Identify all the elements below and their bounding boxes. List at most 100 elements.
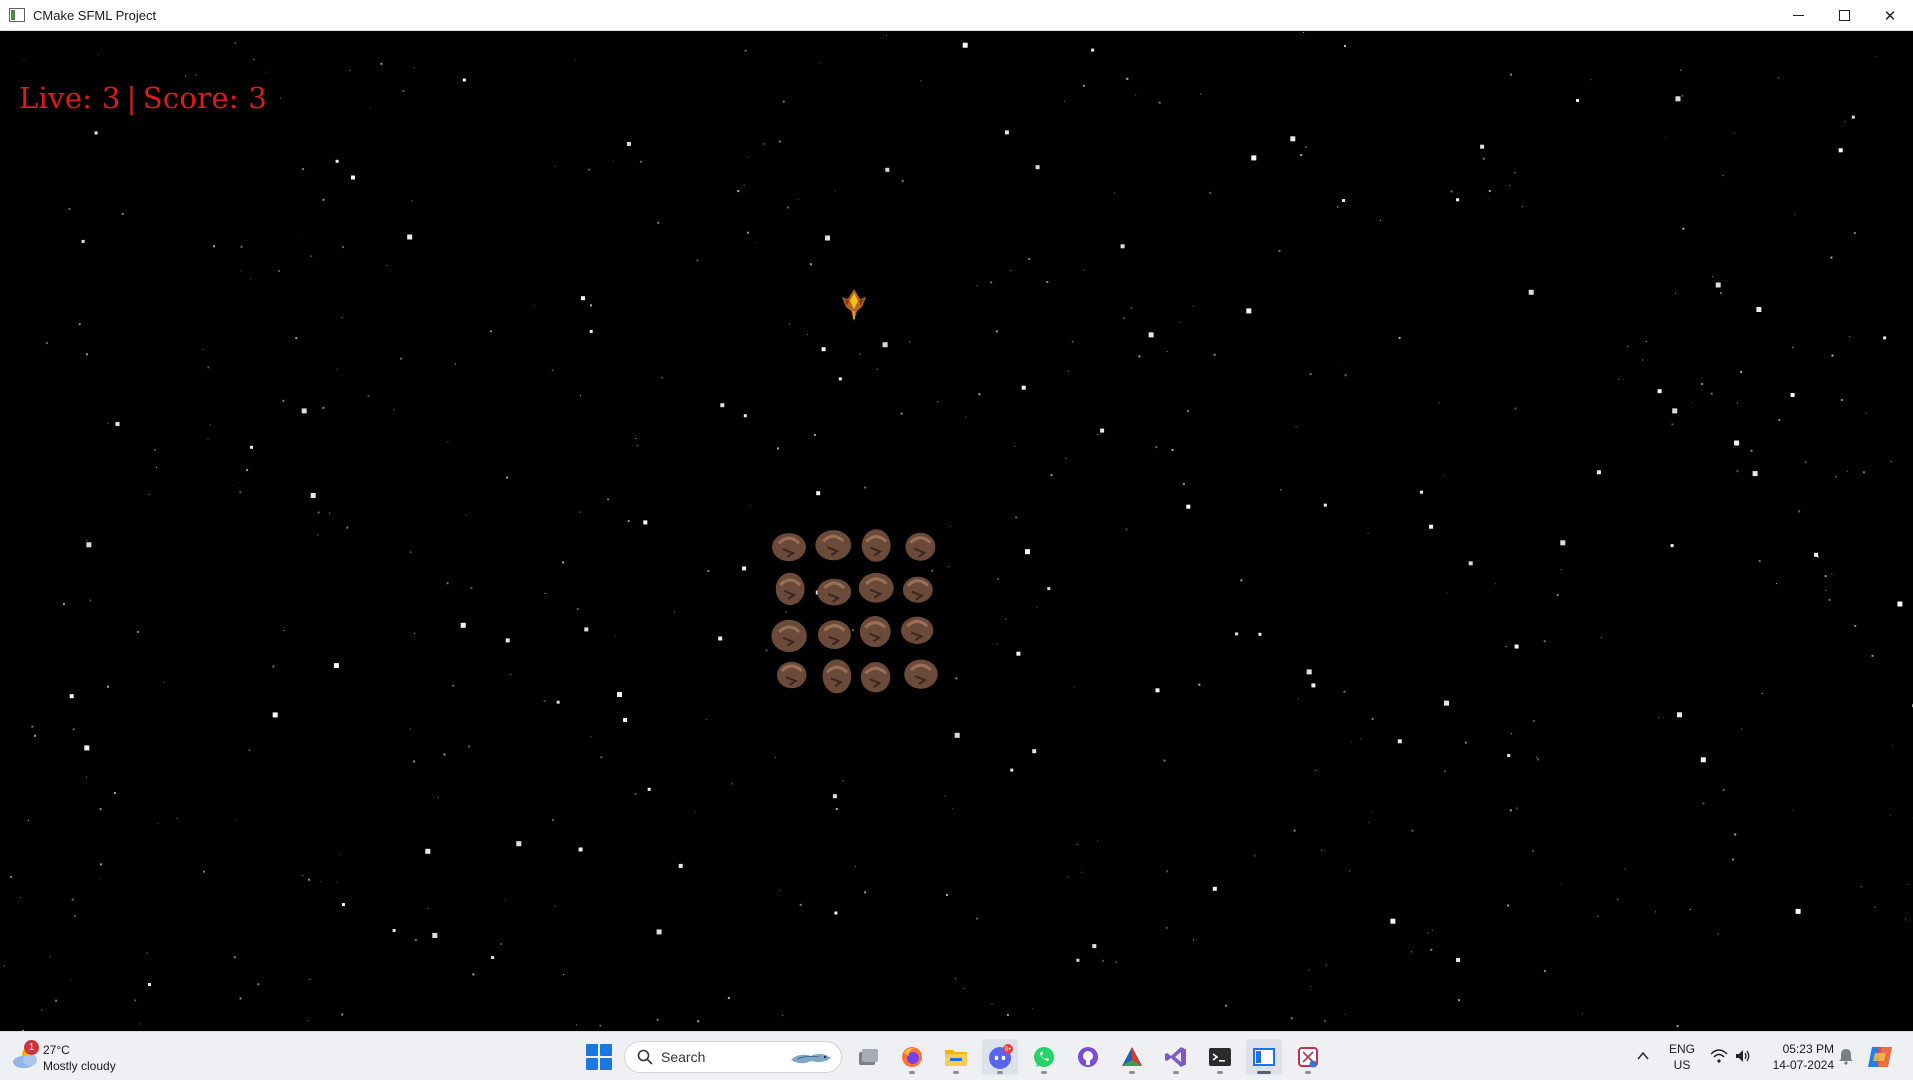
taskbar-sfml-window[interactable] xyxy=(1246,1039,1282,1075)
running-indicator xyxy=(1129,1071,1135,1074)
chevron-up-icon[interactable] xyxy=(1636,1049,1650,1063)
star xyxy=(148,983,151,986)
star xyxy=(1235,632,1239,636)
star xyxy=(778,890,780,891)
taskbar-visual-studio[interactable] xyxy=(1158,1039,1194,1075)
star xyxy=(45,342,48,345)
star xyxy=(1505,646,1507,647)
star xyxy=(731,783,733,785)
star xyxy=(1036,606,1038,608)
star xyxy=(1310,986,1312,987)
star xyxy=(707,570,710,572)
region-code: US xyxy=(1673,1058,1691,1072)
star xyxy=(1438,402,1440,404)
star xyxy=(1171,449,1174,451)
star xyxy=(322,198,325,201)
star xyxy=(1689,909,1691,910)
star xyxy=(107,685,109,688)
star xyxy=(1720,291,1722,294)
star xyxy=(1734,440,1740,446)
star xyxy=(1692,402,1694,404)
star xyxy=(1778,419,1781,421)
volume-icon[interactable] xyxy=(1734,1047,1752,1065)
taskbar-clock[interactable]: 05:23 PM 14-07-2024 xyxy=(1764,1041,1834,1073)
star xyxy=(834,190,836,192)
star xyxy=(1681,94,1684,97)
star xyxy=(1860,886,1862,888)
star xyxy=(1016,651,1021,656)
star xyxy=(250,278,252,280)
star xyxy=(657,221,660,224)
star xyxy=(1240,579,1243,582)
star xyxy=(1515,807,1518,810)
taskbar-github-desktop[interactable] xyxy=(1070,1039,1106,1075)
star xyxy=(491,956,495,959)
star xyxy=(233,956,236,959)
star xyxy=(660,376,663,379)
star xyxy=(1367,532,1369,534)
taskbar-search-box[interactable]: Search xyxy=(624,1041,842,1073)
star xyxy=(447,441,449,443)
taskbar-terminal[interactable] xyxy=(1202,1039,1238,1075)
maximize-button[interactable] xyxy=(1821,0,1867,31)
star xyxy=(1427,932,1429,934)
star xyxy=(580,394,581,396)
star xyxy=(1254,855,1256,857)
star xyxy=(506,476,509,479)
weather-widget[interactable]: 1 27°C Mostly cloudy xyxy=(10,1040,140,1074)
star xyxy=(588,168,591,171)
star xyxy=(798,199,800,201)
star xyxy=(1794,214,1796,216)
window-titlebar[interactable]: CMake SFML Project ✕ xyxy=(0,0,1913,31)
star xyxy=(1360,738,1362,740)
star xyxy=(1679,69,1682,72)
taskbar-firefox[interactable] xyxy=(894,1039,930,1075)
taskbar-whatsapp[interactable] xyxy=(1026,1039,1062,1075)
star xyxy=(336,881,338,883)
star xyxy=(1092,944,1097,949)
star xyxy=(819,62,821,64)
taskbar-cmake[interactable] xyxy=(1114,1039,1150,1075)
star xyxy=(386,265,388,266)
star xyxy=(1825,590,1827,591)
minimize-button[interactable] xyxy=(1775,0,1821,31)
star xyxy=(1258,632,1262,636)
star xyxy=(1871,654,1874,657)
star xyxy=(1390,918,1396,924)
star xyxy=(237,482,239,484)
taskbar-task-view[interactable] xyxy=(850,1039,886,1075)
star xyxy=(402,90,405,92)
star xyxy=(962,42,968,48)
taskbar-file-explorer[interactable] xyxy=(938,1039,974,1075)
star xyxy=(937,401,939,403)
wifi-icon[interactable] xyxy=(1710,1047,1728,1065)
star xyxy=(1198,683,1201,686)
language-indicator[interactable]: ENG US xyxy=(1667,1041,1697,1073)
asteroid-cluster xyxy=(771,529,938,694)
notification-bell-icon[interactable] xyxy=(1838,1047,1854,1065)
running-indicator xyxy=(909,1071,915,1074)
star xyxy=(639,160,642,163)
taskbar-snipping-tool[interactable] xyxy=(1290,1039,1326,1075)
star xyxy=(1675,96,1681,102)
game-canvas[interactable]: Live: 3 | Score: 3 xyxy=(0,31,1913,1031)
star xyxy=(1430,948,1433,951)
star xyxy=(70,979,72,981)
star xyxy=(505,638,510,643)
star xyxy=(1750,449,1753,452)
start-button[interactable] xyxy=(586,1044,612,1070)
copilot-icon[interactable] xyxy=(1866,1043,1894,1071)
star xyxy=(443,753,446,756)
star xyxy=(1581,1013,1583,1015)
star xyxy=(1514,644,1519,649)
star xyxy=(978,393,981,396)
close-button[interactable]: ✕ xyxy=(1867,0,1913,31)
star xyxy=(626,141,631,146)
taskbar-discord[interactable]: 9+ xyxy=(982,1039,1018,1075)
star xyxy=(634,792,637,795)
star xyxy=(782,100,785,103)
star xyxy=(1711,276,1713,278)
star xyxy=(1004,130,1009,135)
star xyxy=(89,599,92,602)
language-code: ENG xyxy=(1668,1042,1695,1056)
